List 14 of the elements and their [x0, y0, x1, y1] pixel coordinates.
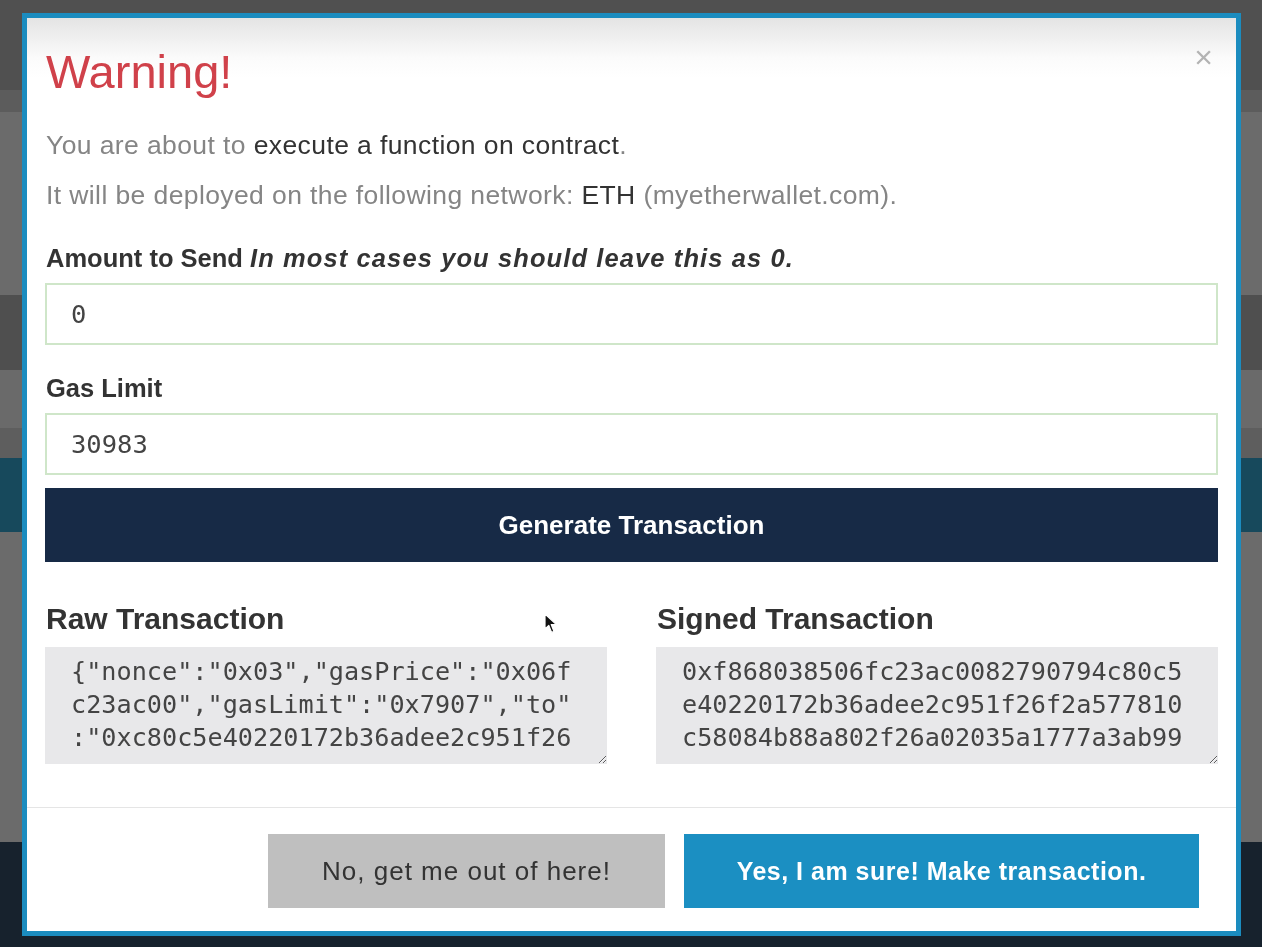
- mouse-pointer-icon: [544, 613, 558, 634]
- input-field[interactable]: 30983: [45, 413, 1218, 475]
- field-label: Gas Limit: [46, 373, 163, 403]
- message-text: You are about to execute a function on contract.: [46, 130, 628, 160]
- section-heading: Raw Transaction: [46, 602, 285, 636]
- textarea-field[interactable]: {"nonce":"0x03","gasPrice":"0x06f c23ac00","gasLimit":"0x7907","to" :"0xc80c5e40220172b36adee2c951f26: [45, 647, 607, 764]
- message-text: It will be deployed on the following network: ETH (myetherwallet.com).: [46, 180, 899, 210]
- textarea-field[interactable]: 0xf868038506fc23ac0082790794c80c5 e40220172b36adee2c951f26f2a577810 c58084b88a802f26a02035a1777a3ab99: [656, 647, 1218, 764]
- section-heading: Signed Transaction: [657, 602, 934, 636]
- field-label: Amount to Send In most cases you should leave this as 0.: [46, 243, 794, 273]
- cancel-button[interactable]: No, get me out of here!: [268, 834, 665, 908]
- confirm-button[interactable]: Yes, I am sure! Make transaction.: [684, 834, 1199, 908]
- input-field[interactable]: 0: [45, 283, 1218, 345]
- generate-button[interactable]: Generate Transaction: [45, 488, 1218, 562]
